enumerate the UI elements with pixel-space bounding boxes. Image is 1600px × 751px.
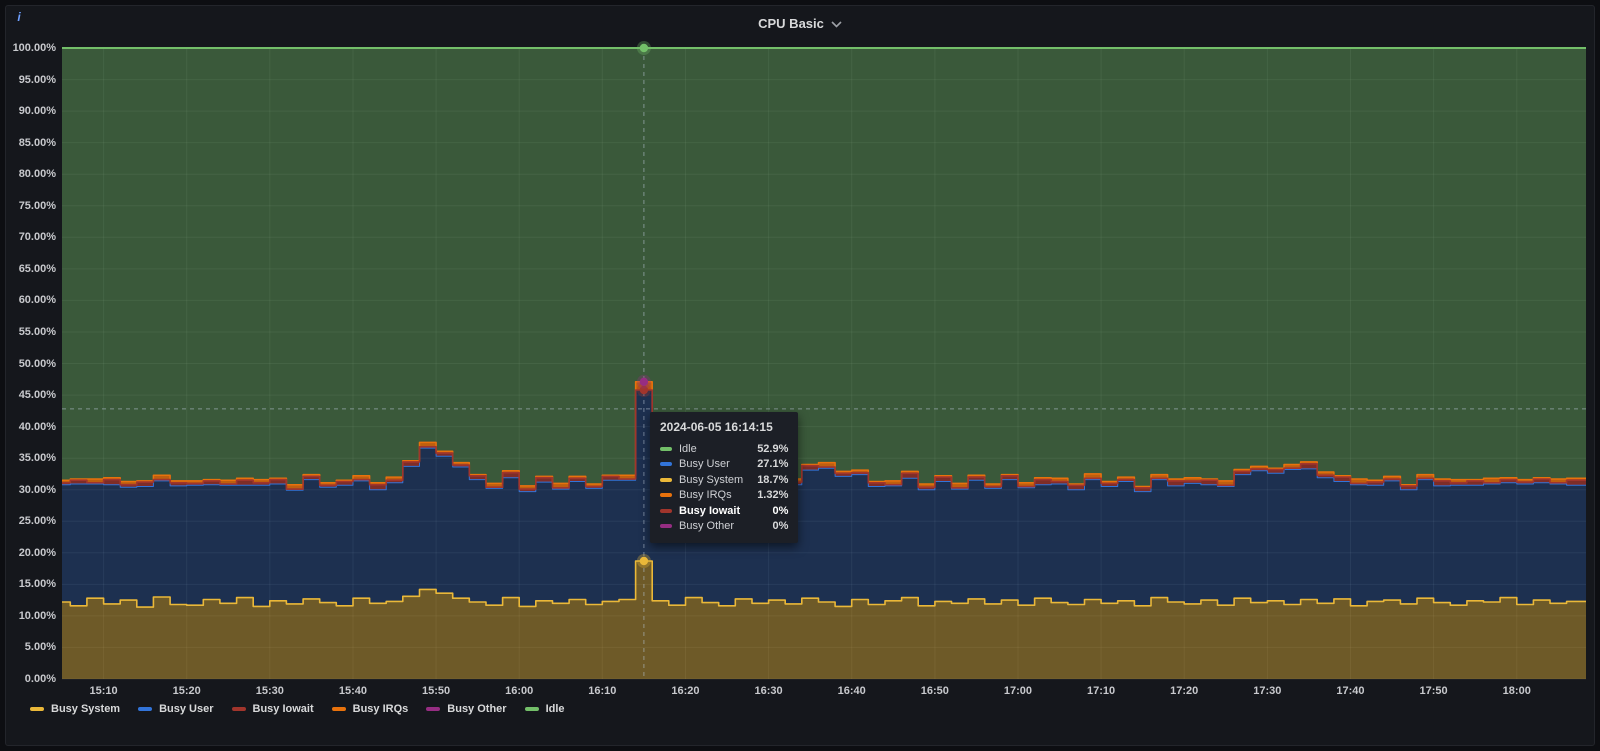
y-axis-tick-label: 15.00% bbox=[18, 578, 56, 591]
tooltip-timestamp: 2024-06-05 16:14:15 bbox=[660, 420, 773, 434]
legend-swatch bbox=[30, 707, 44, 711]
y-axis-tick-label: 95.00% bbox=[18, 73, 56, 86]
y-axis-tick-label: 75.00% bbox=[18, 199, 56, 212]
x-axis-tick-label: 18:00 bbox=[1502, 685, 1531, 697]
tooltip-rows: Idle 52.9% Busy User 27.1% Busy System 18.7% B… bbox=[660, 441, 788, 534]
tooltip-row-busy_iowait: Busy Iowait 0% bbox=[660, 503, 788, 519]
y-axis-tick-label: 45.00% bbox=[18, 389, 56, 402]
tooltip-series-label: Busy System bbox=[679, 473, 744, 486]
tooltip-series-label: Idle bbox=[679, 442, 697, 455]
legend: Busy System Busy User Busy Iowait Busy IRQs… bbox=[30, 703, 583, 715]
tooltip-series-label: Busy IRQs bbox=[679, 489, 732, 502]
y-axis-tick-label: 80.00% bbox=[18, 168, 56, 181]
y-axis-tick-label: 70.00% bbox=[18, 231, 56, 244]
legend-swatch bbox=[138, 707, 153, 711]
legend-swatch bbox=[231, 707, 246, 711]
y-axis-tick-label: 20.00% bbox=[18, 546, 56, 559]
legend-item-label: Busy Iowait bbox=[252, 703, 314, 715]
x-axis-tick-label: 16:20 bbox=[671, 685, 700, 697]
x-axis-tick-label: 15:40 bbox=[338, 685, 367, 697]
y-axis-tick-label: 35.00% bbox=[18, 452, 56, 465]
tooltip-series-swatch bbox=[660, 508, 672, 513]
x-axis-tick-label: 16:00 bbox=[505, 685, 534, 697]
legend-item-label: Idle bbox=[545, 703, 565, 715]
tooltip-series-value: 18.7% bbox=[757, 473, 789, 486]
legend-swatch bbox=[331, 707, 346, 711]
y-axis-tick-label: 40.00% bbox=[18, 420, 56, 433]
tooltip-series-value: 0% bbox=[772, 520, 789, 533]
y-axis-tick-label: 25.00% bbox=[18, 515, 56, 528]
y-axis-tick-label: 30.00% bbox=[18, 483, 56, 496]
legend-item-label: Busy System bbox=[51, 703, 121, 715]
grafana-panel-screenshot: i CPU Basic 0.00% 5.00% 10.00% 15.00% 20.00%… bbox=[0, 0, 1600, 751]
legend-item-label: Busy Other bbox=[447, 703, 507, 715]
x-axis-tick-label: 16:30 bbox=[754, 685, 783, 697]
legend-swatch bbox=[426, 707, 441, 711]
tooltip-row-busy_user: Busy User 27.1% bbox=[660, 457, 788, 473]
tooltip-series-swatch bbox=[660, 446, 672, 451]
x-axis-tick-label: 17:20 bbox=[1170, 685, 1199, 697]
y-axis-tick-label: 5.00% bbox=[24, 641, 56, 654]
y-axis-tick-label: 65.00% bbox=[18, 262, 56, 275]
y-axis-tick-label: 50.00% bbox=[18, 357, 56, 370]
legend-item-idle[interactable]: Idle bbox=[524, 703, 565, 715]
y-axis-tick-label: 85.00% bbox=[18, 136, 56, 149]
tooltip-series-value: 27.1% bbox=[757, 458, 789, 471]
legend-item-busy_irqs[interactable]: Busy IRQs bbox=[331, 703, 409, 715]
tooltip-series-value: 1.32% bbox=[757, 489, 789, 502]
x-axis-tick-label: 16:50 bbox=[920, 685, 949, 697]
x-axis-tick-label: 15:10 bbox=[89, 685, 118, 697]
x-axis-tick-label: 17:30 bbox=[1253, 685, 1282, 697]
tooltip-row-idle: Idle 52.9% bbox=[660, 441, 788, 457]
tooltip-series-value: 52.9% bbox=[757, 442, 789, 455]
tooltip-row-busy_other: Busy Other 0% bbox=[660, 519, 788, 535]
legend-item-label: Busy User bbox=[159, 703, 214, 715]
x-axis-tick-label: 16:10 bbox=[588, 685, 617, 697]
tooltip-series-swatch bbox=[660, 493, 672, 498]
x-axis-tick-label: 16:40 bbox=[837, 685, 866, 697]
legend-item-busy_other[interactable]: Busy Other bbox=[426, 703, 507, 715]
x-axis-tick-label: 15:30 bbox=[255, 685, 284, 697]
legend-item-busy_iowait[interactable]: Busy Iowait bbox=[231, 703, 314, 715]
x-axis-tick-label: 15:50 bbox=[422, 685, 451, 697]
legend-item-label: Busy IRQs bbox=[352, 703, 409, 715]
y-axis-tick-label: 60.00% bbox=[18, 294, 56, 307]
x-axis-tick-label: 17:00 bbox=[1003, 685, 1033, 697]
y-axis-tick-label: 100.00% bbox=[12, 42, 56, 54]
tooltip-row-busy_irqs: Busy IRQs 1.32% bbox=[660, 488, 788, 504]
tooltip: 2024-06-05 16:14:15 Idle 52.9% Busy User 27… bbox=[650, 412, 799, 543]
legend-item-busy_user[interactable]: Busy User bbox=[138, 703, 214, 715]
y-axis-tick-label: 10.00% bbox=[18, 609, 56, 622]
x-axis-tick-label: 17:40 bbox=[1336, 685, 1365, 697]
tooltip-series-label: Busy Other bbox=[679, 520, 735, 533]
tooltip-series-swatch bbox=[660, 477, 672, 482]
y-axis-tick-label: 0.00% bbox=[24, 673, 56, 685]
tooltip-row-busy_system: Busy System 18.7% bbox=[660, 472, 788, 488]
x-axis-tick-label: 15:20 bbox=[172, 685, 201, 697]
tooltip-series-swatch bbox=[660, 524, 672, 529]
tooltip-series-label: Busy User bbox=[679, 458, 730, 471]
legend-item-busy_system[interactable]: Busy System bbox=[30, 703, 120, 715]
y-axis-tick-label: 55.00% bbox=[18, 325, 56, 338]
tooltip-series-label: Busy Iowait bbox=[679, 504, 741, 517]
x-axis-tick-label: 17:50 bbox=[1419, 685, 1448, 697]
y-axis-tick-label: 90.00% bbox=[18, 105, 56, 118]
x-axis-tick-label: 17:10 bbox=[1087, 685, 1116, 697]
chart-canvas[interactable] bbox=[0, 0, 1600, 751]
area-idle bbox=[62, 48, 1586, 487]
tooltip-series-swatch bbox=[660, 462, 672, 467]
legend-swatch bbox=[524, 707, 539, 711]
tooltip-series-value: 0% bbox=[772, 504, 789, 517]
